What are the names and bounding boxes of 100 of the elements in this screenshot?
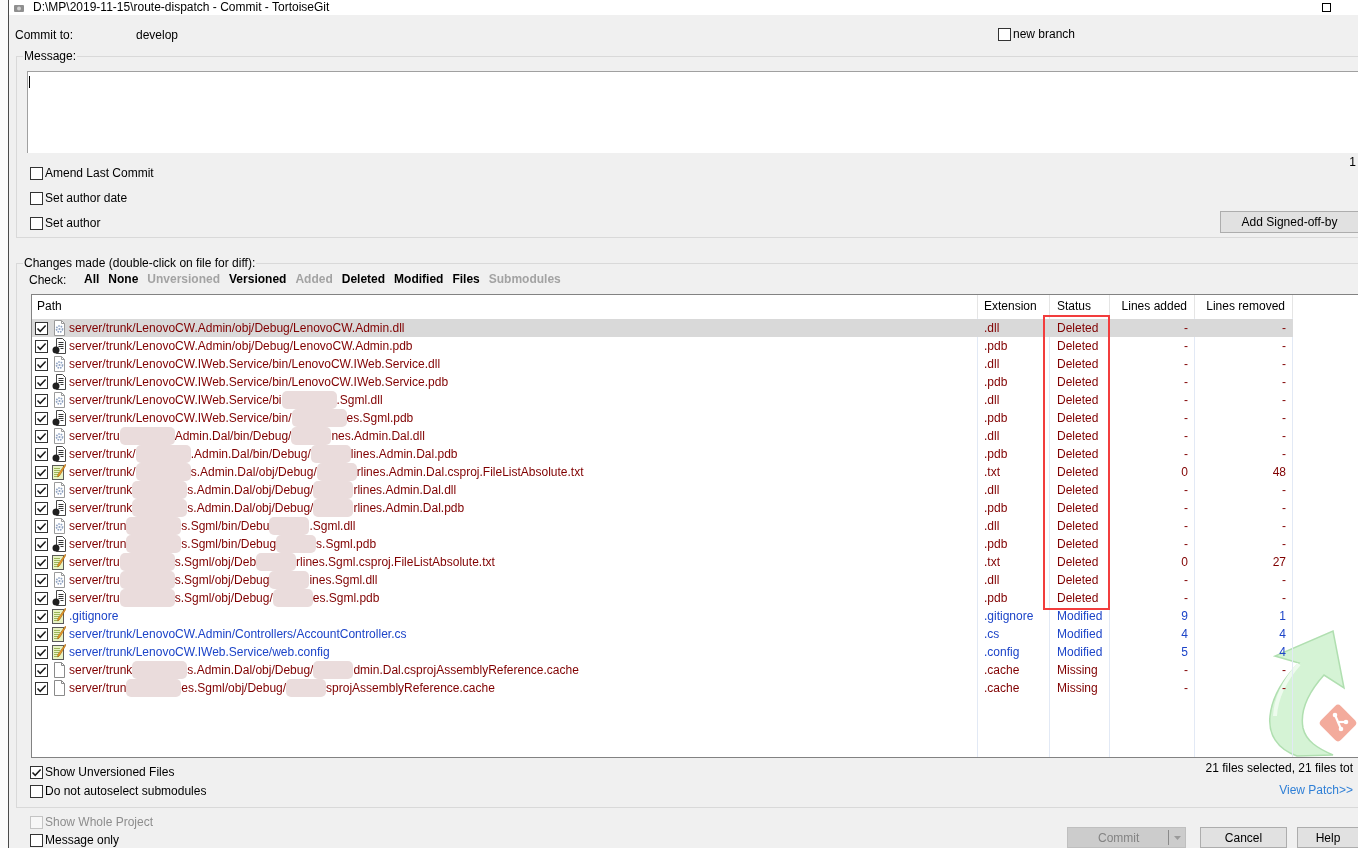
- lines-added: 4: [1181, 627, 1188, 641]
- file-row[interactable]: server/trunk/ .Admin.Dal/bin/Debug/ lines.Admin.Dal.pdb .pdb Deleted - -: [32, 445, 1293, 463]
- row-checkbox[interactable]: [35, 429, 48, 443]
- file-extension: .dll: [984, 357, 1000, 371]
- file-row[interactable]: server/trunk/LenovoCW.IWeb.Service/bi .Sgml.dll .dll Deleted - -: [32, 391, 1293, 409]
- file-row[interactable]: server/trunk/ s.Admin.Dal/obj/Debug/ rlines.Admin.Dal.csproj.FileListAbsolute.txt .txt Deleted 0 48: [32, 463, 1293, 481]
- checkbox-label[interactable]: Set author date: [45, 191, 128, 206]
- row-checkbox[interactable]: [35, 483, 48, 497]
- checkbox[interactable]: [998, 28, 1011, 41]
- file-status: Modified: [1057, 627, 1103, 641]
- file-row[interactable]: server/trun es.Sgml/obj/Debug/ sprojAssemblyReference.cache .cache Missing - -: [32, 679, 1293, 697]
- file-row[interactable]: server/tru s.Sgml/obj/Debug ines.Sgml.dll .dll Deleted - -: [32, 571, 1293, 589]
- row-checkbox[interactable]: [35, 609, 48, 623]
- row-checkbox[interactable]: [35, 555, 48, 569]
- row-checkbox[interactable]: [35, 339, 48, 353]
- checkbox[interactable]: [30, 217, 43, 230]
- file-row[interactable]: server/trunk/LenovoCW.Admin/obj/Debug/LenovoCW.Admin.pdb .pdb Deleted - -: [32, 337, 1293, 355]
- row-checkbox[interactable]: [35, 465, 48, 479]
- file-extension: .dll: [984, 519, 1000, 533]
- file-path: server/trunk/LenovoCW.IWeb.Service/bin/LenovoCW.IWeb.Service.dll: [69, 357, 441, 371]
- file-path: s.Sgml/bin/Debug: [181, 537, 277, 551]
- row-checkbox[interactable]: [35, 663, 48, 677]
- file-extension: .pdb: [984, 501, 1008, 515]
- file-path: server/trunk: [69, 663, 133, 677]
- file-path: s.Sgml.pdb: [316, 537, 377, 551]
- file-extension: .cache: [984, 663, 1020, 677]
- gear-file-icon: [52, 518, 66, 534]
- checkbox-label[interactable]: new branch: [1013, 27, 1076, 42]
- file-row[interactable]: .gitignore .gitignore Modified 9 1: [32, 607, 1293, 625]
- checkbox[interactable]: [30, 766, 43, 779]
- row-checkbox[interactable]: [35, 573, 48, 587]
- checkbox[interactable]: [30, 167, 43, 180]
- file-extension: .pdb: [984, 375, 1008, 389]
- file-extension: .dll: [984, 321, 1000, 335]
- file-row[interactable]: server/trunk s.Admin.Dal/obj/Debug/ rlines.Admin.Dal.pdb .pdb Deleted - -: [32, 499, 1293, 517]
- file-path: server/trunk/: [69, 447, 136, 461]
- checkbox[interactable]: [30, 192, 43, 205]
- filter-link[interactable]: Files: [452, 272, 480, 287]
- row-checkbox[interactable]: [35, 393, 48, 407]
- checkbox-label[interactable]: Message only: [45, 832, 120, 848]
- file-row[interactable]: server/tru s.Sgml/obj/Debug/ es.Sgml.pdb .pdb Deleted - -: [32, 589, 1293, 607]
- filter-link[interactable]: Versioned: [229, 272, 287, 287]
- row-checkbox[interactable]: [35, 375, 48, 389]
- view-patch-link[interactable]: View Patch>>: [1279, 783, 1353, 798]
- dialog-button[interactable]: Cancel: [1200, 827, 1287, 848]
- blurred-patch: [313, 499, 354, 517]
- lines-removed: 48: [1272, 465, 1286, 479]
- file-row[interactable]: server/trunk/LenovoCW.Admin/obj/Debug/LenovoCW.Admin.dll .dll Deleted - -: [32, 319, 1293, 337]
- checkbox-label[interactable]: Show Unversioned Files: [45, 765, 175, 780]
- lines-added: -: [1184, 429, 1188, 443]
- file-row[interactable]: server/trunk s.Admin.Dal/obj/Debug/ rlines.Admin.Dal.dll .dll Deleted - -: [32, 481, 1293, 499]
- row-checkbox[interactable]: [35, 501, 48, 515]
- lines-removed: 27: [1272, 555, 1286, 569]
- file-row[interactable]: server/trun s.Sgml/bin/Debug s.Sgml.pdb .pdb Deleted - -: [32, 535, 1293, 553]
- file-row[interactable]: server/tru s.Sgml/obj/Deb rlines.Sgml.csproj.FileListAbsolute.txt .txt Deleted 0 27: [32, 553, 1293, 571]
- file-path: sprojAssemblyReference.cache: [326, 681, 495, 695]
- blurred-patch: [310, 445, 351, 463]
- filter-link[interactable]: Deleted: [341, 272, 386, 287]
- file-row[interactable]: server/trunk s.Admin.Dal/obj/Debug/ dmin.Dal.csprojAssemblyReference.cache .cache Missing - -: [32, 661, 1293, 679]
- row-checkbox[interactable]: [35, 645, 48, 659]
- filter-link[interactable]: Modified: [394, 272, 444, 287]
- row-checkbox[interactable]: [35, 357, 48, 371]
- checkbox[interactable]: [30, 785, 43, 798]
- message-field[interactable]: [27, 71, 1358, 153]
- row-checkbox[interactable]: [35, 591, 48, 605]
- dialog-button[interactable]: Help: [1297, 827, 1358, 848]
- dot-file-icon: [52, 338, 66, 354]
- row-checkbox[interactable]: [35, 519, 48, 533]
- row-checkbox[interactable]: [35, 537, 48, 551]
- lines-removed: -: [1282, 573, 1286, 587]
- blurred-patch: [286, 679, 327, 697]
- lines-added: -: [1184, 411, 1188, 425]
- file-row[interactable]: server/tru Admin.Dal/bin/Debug/ nes.Admin.Dal.dll .dll Deleted - -: [32, 427, 1293, 445]
- checkbox[interactable]: [30, 833, 43, 847]
- row-checkbox[interactable]: [35, 627, 48, 641]
- blurred-patch: [281, 391, 337, 409]
- file-row[interactable]: server/trunk/LenovoCW.Admin/Controllers/AccountController.cs .cs Modified 4 4: [32, 625, 1293, 643]
- blurred-patch: [313, 661, 354, 679]
- maximize-icon[interactable]: [1322, 3, 1331, 12]
- row-checkbox[interactable]: [35, 447, 48, 461]
- file-row[interactable]: server/trunk/LenovoCW.IWeb.Service/bin/ es.Sgml.pdb .pdb Deleted - -: [32, 409, 1293, 427]
- signoff-button[interactable]: Add Signed-off-by: [1220, 211, 1358, 233]
- filter-link[interactable]: None: [108, 272, 139, 287]
- checkbox-label[interactable]: Set author: [45, 216, 101, 231]
- row-checkbox[interactable]: [35, 681, 48, 695]
- file-row[interactable]: server/trunk/LenovoCW.IWeb.Service/bin/LenovoCW.IWeb.Service.dll .dll Deleted - -: [32, 355, 1293, 373]
- checkbox-label[interactable]: Amend Last Commit: [45, 166, 154, 181]
- filter-link[interactable]: All: [84, 272, 100, 287]
- file-row[interactable]: server/trunk/LenovoCW.IWeb.Service/web.config .config Modified 5 4: [32, 643, 1293, 661]
- checkbox-label[interactable]: Do not autoselect submodules: [45, 784, 207, 799]
- file-list[interactable]: [31, 294, 1358, 758]
- file-row[interactable]: server/trunk/LenovoCW.IWeb.Service/bin/LenovoCW.IWeb.Service.pdb .pdb Deleted - -: [32, 373, 1293, 391]
- lines-removed: -: [1282, 483, 1286, 497]
- file-path: s.Sgml/obj/Debug: [174, 573, 270, 587]
- file-row[interactable]: server/trun s.Sgml/bin/Debu .Sgml.dll .dll Deleted - -: [32, 517, 1293, 535]
- file-extension: .dll: [984, 573, 1000, 587]
- row-checkbox[interactable]: [35, 411, 48, 425]
- lines-removed: -: [1282, 663, 1286, 677]
- lines-added: -: [1184, 519, 1188, 533]
- row-checkbox[interactable]: [35, 321, 48, 335]
